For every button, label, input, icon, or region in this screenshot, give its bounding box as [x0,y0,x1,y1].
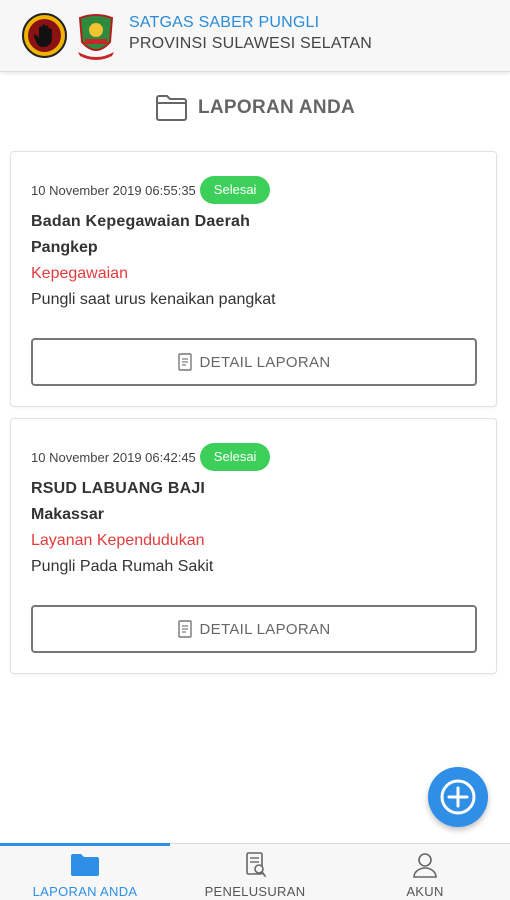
report-city: Makassar [31,506,104,523]
detail-report-label: DETAIL LAPORAN [199,353,331,371]
nav-item-laporan-anda[interactable]: LAPORAN ANDA [0,843,170,900]
page-title-text: LAPORAN ANDA [197,97,355,118]
document-search-icon [246,852,266,877]
nav-label: PENELUSURAN [204,884,306,899]
user-icon [413,853,437,878]
nav-label: AKUN [406,884,444,899]
app-title: SATGAS SABER PUNGLI [129,14,320,31]
folder-icon [155,95,187,121]
app-header: SATGAS SABER PUNGLI PROVINSI SULAWESI SE… [0,0,510,72]
folder-icon [71,854,99,876]
report-date: 10 November 2019 06:55:35 [31,182,196,198]
hand-stop-icon [33,23,52,47]
report-description: Pungli Pada Rumah Sakit [31,558,214,575]
detail-report-button[interactable]: DETAIL LAPORAN [31,605,477,653]
status-badge: Selesai [199,443,271,471]
report-meta: 10 November 2019 06:55:35 Selesai [31,176,271,204]
report-meta: 10 November 2019 06:42:45 Selesai [31,443,271,471]
saber-pungli-logo [22,13,67,58]
plus-circle-icon [440,779,476,815]
detail-report-label: DETAIL LAPORAN [199,620,331,638]
report-description: Pungli saat urus kenaikan pangkat [31,291,276,308]
report-category: Kepegawaian [31,265,128,282]
report-category: Layanan Kependudukan [31,532,205,549]
nav-item-penelusuran[interactable]: PENELUSURAN [170,844,340,900]
report-city: Pangkep [31,239,98,256]
report-agency: RSUD LABUANG BAJI [31,480,206,497]
report-date: 10 November 2019 06:42:45 [31,449,196,465]
nav-item-akun[interactable]: AKUN [340,844,510,900]
add-report-button[interactable] [428,767,488,827]
report-card: 10 November 2019 06:55:35 Selesai Badan … [10,151,497,407]
detail-report-button[interactable]: DETAIL LAPORAN [31,338,477,386]
page-title: LAPORAN ANDA [0,92,510,124]
province-emblem-logo [78,14,114,60]
document-icon [177,620,192,638]
document-icon [177,353,192,371]
status-badge: Selesai [199,176,271,204]
bottom-nav: LAPORAN ANDA PENELUSURAN AKUN [0,843,510,900]
app-subtitle: PROVINSI SULAWESI SELATAN [129,35,372,52]
nav-label: LAPORAN ANDA [32,884,138,899]
report-agency: Badan Kepegawaian Daerah [31,213,251,230]
report-card: 10 November 2019 06:42:45 Selesai RSUD L… [10,418,497,674]
